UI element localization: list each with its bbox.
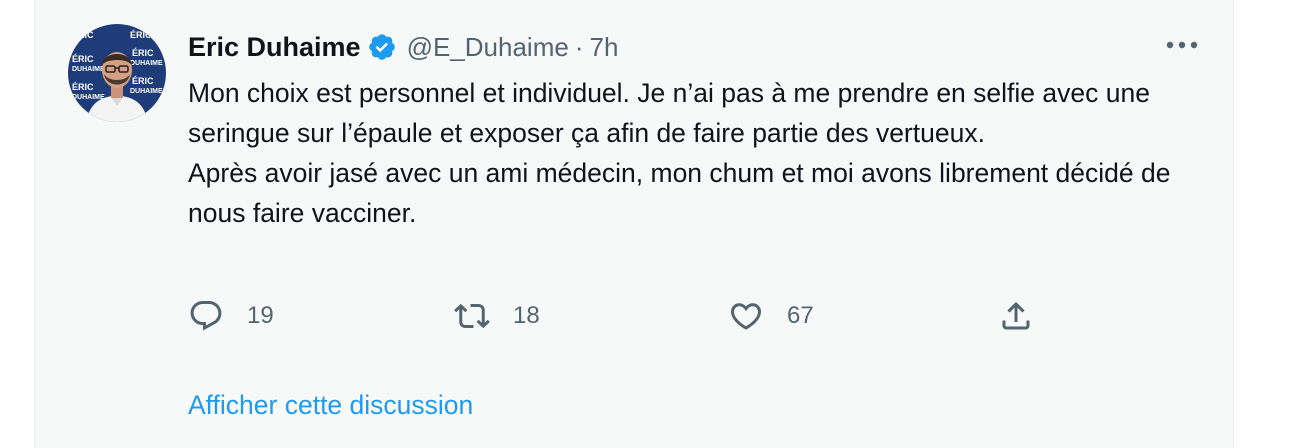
reply-count: 19	[247, 302, 274, 329]
header-separator: ·	[574, 31, 584, 62]
tweet-header: Eric Duhaime @E_Duhaime · 7h	[188, 30, 618, 64]
avatar[interactable]: ÉRIC ÉRIC ÉRIC DUHAIME ÉRIC DUHAIME ÉRIC…	[68, 24, 166, 122]
author-handle[interactable]: @E_Duhaime	[407, 32, 569, 63]
more-options-button[interactable]	[1160, 30, 1204, 60]
reply-icon	[190, 301, 222, 331]
svg-text:DUHAIME: DUHAIME	[130, 60, 163, 67]
svg-text:ÉRIC: ÉRIC	[132, 48, 154, 58]
reply-button[interactable]: 19	[188, 296, 274, 336]
tweet-text: Mon choix est personnel et individuel. J…	[188, 73, 1198, 233]
tweet-paragraph: Après avoir jasé avec un ami médecin, mo…	[188, 158, 1171, 228]
tweet-actions: 19 18 67	[188, 296, 1048, 336]
show-thread-link[interactable]: Afficher cette discussion	[188, 390, 473, 421]
like-count: 67	[787, 302, 814, 329]
svg-text:DUHAIME: DUHAIME	[72, 66, 105, 73]
verified-badge-icon	[367, 32, 397, 62]
heart-icon	[730, 303, 762, 330]
share-icon	[1002, 301, 1030, 330]
retweet-button[interactable]: 18	[454, 296, 540, 336]
author-display-name[interactable]: Eric Duhaime	[188, 32, 361, 63]
svg-text:ÉRIC: ÉRIC	[132, 76, 154, 86]
retweet-icon	[454, 303, 490, 329]
tweet-paragraph: Mon choix est personnel et individuel. J…	[188, 78, 1150, 148]
retweet-count: 18	[513, 302, 540, 329]
like-button[interactable]: 67	[728, 296, 814, 336]
more-horizontal-icon	[1166, 41, 1198, 49]
share-button[interactable]	[998, 296, 1034, 336]
svg-text:DUHAIME: DUHAIME	[130, 88, 163, 95]
svg-text:ÉRIC: ÉRIC	[72, 54, 94, 64]
svg-text:ÉRIC: ÉRIC	[72, 82, 94, 92]
tweet-timestamp[interactable]: 7h	[589, 32, 618, 63]
avatar-image: ÉRIC ÉRIC ÉRIC DUHAIME ÉRIC DUHAIME ÉRIC…	[68, 24, 166, 122]
